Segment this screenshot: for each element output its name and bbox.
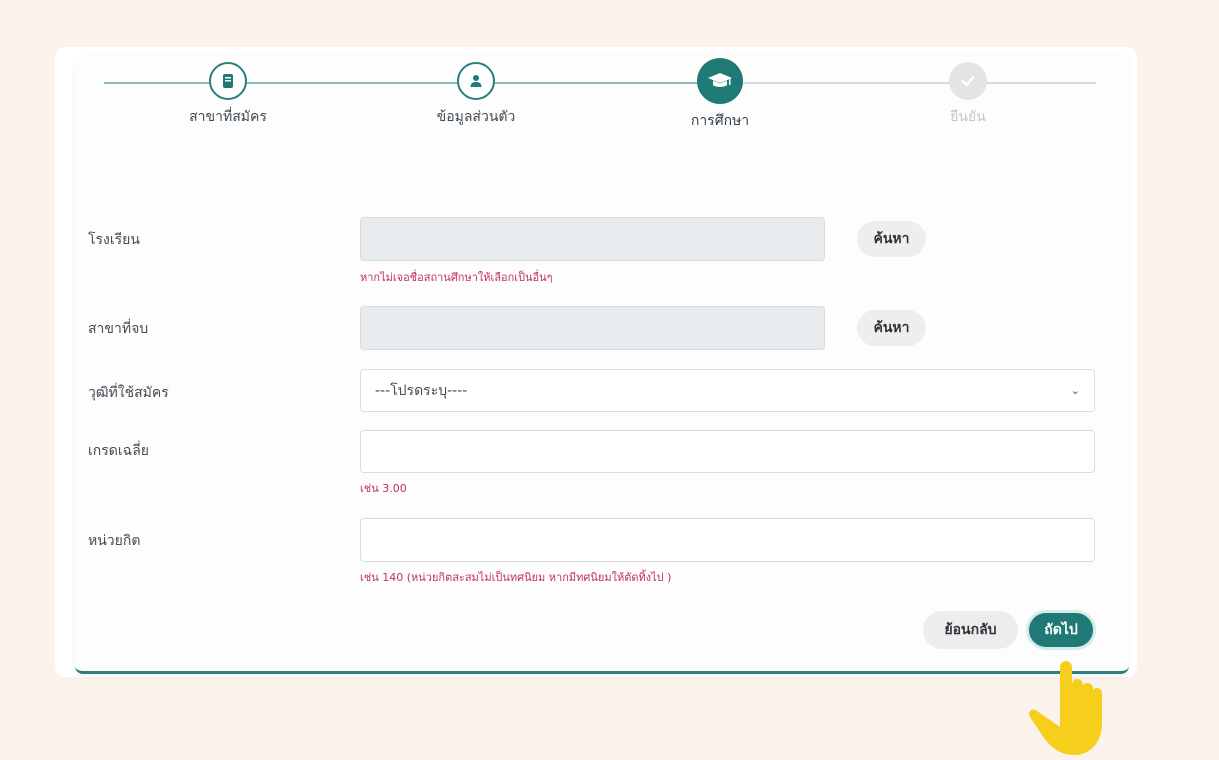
- school-label: โรงเรียน: [88, 232, 140, 248]
- user-icon: [457, 62, 495, 100]
- chevron-down-icon: ⌄: [1070, 384, 1080, 397]
- step-confirm[interactable]: ยืนยัน: [873, 62, 1063, 128]
- step-label: การศึกษา: [690, 113, 750, 129]
- next-button[interactable]: ถัดไป: [1026, 610, 1096, 650]
- check-icon: [949, 62, 987, 100]
- step-label: สาขาที่สมัคร: [189, 109, 267, 125]
- qualification-label: วุฒิที่ใช้สมัคร: [88, 385, 169, 401]
- school-hint: หากไม่เจอชื่อสถานศึกษาให้เลือกเป็นอื่นๆ: [360, 271, 553, 284]
- school-input[interactable]: [360, 217, 825, 261]
- gpa-hint: เช่น 3.00: [360, 482, 407, 495]
- graduation-cap-icon: [697, 58, 743, 104]
- step-label: ยืนยัน: [950, 109, 986, 125]
- school-search-button[interactable]: ค้นหา: [857, 221, 926, 257]
- back-button[interactable]: ย้อนกลับ: [923, 611, 1018, 649]
- pointer-hand-icon: [1029, 661, 1102, 755]
- major-search-button[interactable]: ค้นหา: [857, 310, 926, 346]
- step-personal-info[interactable]: ข้อมูลส่วนตัว: [381, 62, 571, 128]
- credits-input[interactable]: [360, 518, 1095, 562]
- step-branch[interactable]: สาขาที่สมัคร: [133, 62, 323, 128]
- gpa-label: เกรดเฉลี่ย: [88, 443, 149, 459]
- step-label: ข้อมูลส่วนตัว: [436, 109, 516, 125]
- step-education[interactable]: การศึกษา: [625, 58, 815, 132]
- major-input[interactable]: [360, 306, 825, 350]
- credits-hint: เช่น 140 (หน่วยกิตสะสมไม่เป็นทศนิยม หากม…: [360, 571, 672, 584]
- major-label: สาขาที่จบ: [88, 321, 149, 337]
- qualification-selected: ---โปรดระบุ----: [375, 382, 468, 399]
- qualification-select[interactable]: ---โปรดระบุ---- ⌄: [360, 369, 1095, 412]
- credits-label: หน่วยกิต: [88, 533, 141, 549]
- book-icon: [209, 62, 247, 100]
- gpa-input[interactable]: [360, 430, 1095, 473]
